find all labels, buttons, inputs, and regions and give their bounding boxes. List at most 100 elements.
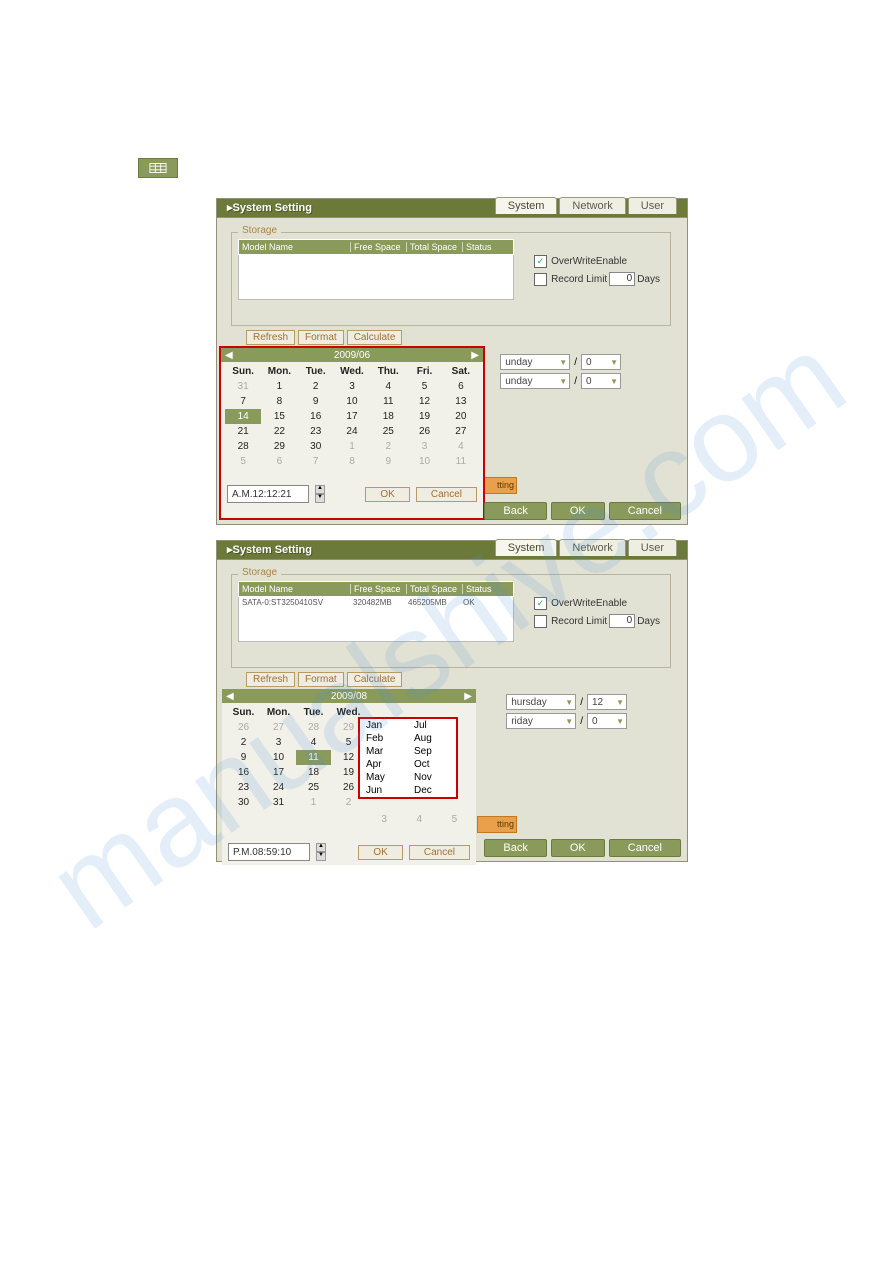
month-option[interactable]: Mar	[360, 745, 408, 758]
calendar-day[interactable]: 15	[261, 409, 297, 424]
calendar-day[interactable]: 11	[443, 454, 479, 469]
calendar-day[interactable]: 3	[406, 439, 442, 454]
calendar-day[interactable]: 3	[334, 379, 370, 394]
tab-system[interactable]: System	[495, 539, 558, 556]
calendar-day[interactable]: 31	[225, 379, 261, 394]
calendar-day[interactable]: 4	[370, 379, 406, 394]
time-spinner[interactable]: ▲▼	[315, 485, 325, 503]
calendar-day[interactable]: 26	[406, 424, 442, 439]
calendar-day[interactable]: 16	[226, 765, 261, 780]
tab-system[interactable]: System	[495, 197, 558, 214]
calendar-day[interactable]: 30	[298, 439, 334, 454]
calendar-day[interactable]: 25	[296, 780, 331, 795]
tab-user[interactable]: User	[628, 539, 677, 556]
calendar-month-title[interactable]: 2009/06	[334, 350, 370, 361]
calendar-day[interactable]: 9	[370, 454, 406, 469]
back-button[interactable]: Back	[484, 502, 546, 520]
calendar-day[interactable]: 10	[261, 750, 296, 765]
calendar-day[interactable]: 10	[406, 454, 442, 469]
calendar-day[interactable]: 7	[298, 454, 334, 469]
num-select-2[interactable]: 0▼	[587, 713, 627, 729]
tab-network[interactable]: Network	[559, 539, 625, 556]
refresh-button[interactable]: Refresh	[246, 330, 295, 345]
month-option[interactable]: Jan	[360, 719, 408, 732]
calendar-day[interactable]: 10	[334, 394, 370, 409]
calendar-day[interactable]: 11	[296, 750, 331, 765]
record-limit-input[interactable]: 0	[609, 614, 635, 628]
month-option[interactable]: Feb	[360, 732, 408, 745]
calendar-cancel-button[interactable]: Cancel	[416, 487, 477, 502]
num-select-2[interactable]: 0▼	[581, 373, 621, 389]
day-select-1[interactable]: unday▼	[500, 354, 570, 370]
calendar-cancel-button[interactable]: Cancel	[409, 845, 470, 860]
grid-icon[interactable]	[138, 158, 178, 178]
calendar-day[interactable]: 27	[261, 720, 296, 735]
calendar-day[interactable]: 24	[261, 780, 296, 795]
num-select-1[interactable]: 0▼	[581, 354, 621, 370]
calendar-day[interactable]: 6	[261, 454, 297, 469]
calendar-day[interactable]: 14	[225, 409, 261, 424]
calendar-day[interactable]: 22	[261, 424, 297, 439]
day-select-1[interactable]: hursday▼	[506, 694, 576, 710]
calendar-day[interactable]: 18	[370, 409, 406, 424]
calendar-day[interactable]: 3	[261, 735, 296, 750]
calendar-day[interactable]: 12	[406, 394, 442, 409]
calendar-day[interactable]: 25	[370, 424, 406, 439]
month-option[interactable]: May	[360, 771, 408, 784]
time-input[interactable]: P.M.08:59:10	[228, 843, 310, 861]
calendar-ok-button[interactable]: OK	[358, 845, 402, 860]
cancel-button[interactable]: Cancel	[609, 502, 681, 520]
refresh-button[interactable]: Refresh	[246, 672, 295, 687]
record-limit-checkbox[interactable]	[534, 273, 547, 286]
month-option[interactable]: Apr	[360, 758, 408, 771]
calendar-day[interactable]: 8	[334, 454, 370, 469]
calendar-day[interactable]: 16	[298, 409, 334, 424]
prev-month-icon[interactable]: ◀	[225, 350, 233, 361]
time-spinner[interactable]: ▲▼	[316, 843, 326, 861]
next-month-icon[interactable]: ▶	[464, 691, 472, 702]
calendar-day[interactable]: 11	[370, 394, 406, 409]
day-select-2[interactable]: unday▼	[500, 373, 570, 389]
month-option[interactable]: Jun	[360, 784, 408, 797]
month-option[interactable]: Aug	[408, 732, 456, 745]
calendar-ok-button[interactable]: OK	[365, 487, 409, 502]
calendar-day[interactable]: 31	[261, 795, 296, 810]
calendar-day[interactable]: 9	[298, 394, 334, 409]
calendar-day[interactable]: 1	[296, 795, 331, 810]
calendar-day[interactable]: 19	[406, 409, 442, 424]
calendar-day[interactable]: 23	[226, 780, 261, 795]
partial-button[interactable]: tting	[477, 816, 517, 833]
calendar-day[interactable]: 5	[406, 379, 442, 394]
ok-button[interactable]: OK	[551, 839, 605, 857]
calendar-day[interactable]: 1	[334, 439, 370, 454]
calendar-day[interactable]: 5	[437, 812, 472, 827]
record-limit-checkbox[interactable]	[534, 615, 547, 628]
calendar-day[interactable]: 17	[261, 765, 296, 780]
overwrite-checkbox[interactable]: ✓	[534, 255, 547, 268]
month-option[interactable]: Dec	[408, 784, 456, 797]
calendar-day[interactable]: 4	[402, 812, 437, 827]
calendar-day[interactable]: 23	[298, 424, 334, 439]
month-option[interactable]: Sep	[408, 745, 456, 758]
calendar-day[interactable]: 26	[226, 720, 261, 735]
ok-button[interactable]: OK	[551, 502, 605, 520]
calendar-day[interactable]: 9	[226, 750, 261, 765]
month-option[interactable]: Jul	[408, 719, 456, 732]
calendar-day[interactable]: 6	[443, 379, 479, 394]
month-option[interactable]: Oct	[408, 758, 456, 771]
calendar-day[interactable]: 24	[334, 424, 370, 439]
calendar-day[interactable]: 29	[261, 439, 297, 454]
time-input[interactable]: A.M.12:12:21	[227, 485, 309, 503]
calendar-day[interactable]: 30	[226, 795, 261, 810]
cancel-button[interactable]: Cancel	[609, 839, 681, 857]
tab-user[interactable]: User	[628, 197, 677, 214]
calendar-day[interactable]: 28	[225, 439, 261, 454]
calendar-day[interactable]: 1	[261, 379, 297, 394]
format-button[interactable]: Format	[298, 330, 344, 345]
calendar-day[interactable]: 21	[225, 424, 261, 439]
calendar-day[interactable]: 17	[334, 409, 370, 424]
overwrite-checkbox[interactable]: ✓	[534, 597, 547, 610]
calendar-day[interactable]: 13	[443, 394, 479, 409]
month-option[interactable]: Nov	[408, 771, 456, 784]
calendar-day[interactable]: 7	[225, 394, 261, 409]
